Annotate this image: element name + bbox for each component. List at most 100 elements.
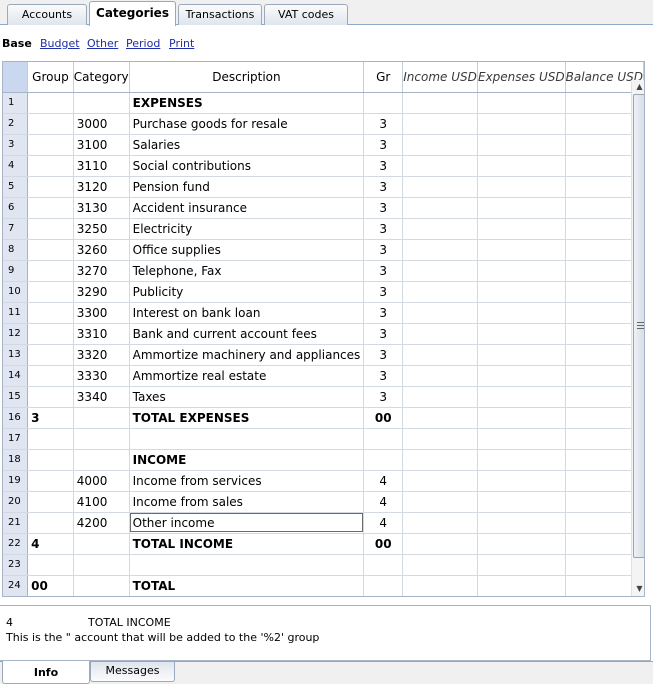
description-cell[interactable]: TOTAL INCOME (129, 533, 365, 555)
group-cell[interactable] (27, 176, 74, 198)
vertical-scrollbar[interactable]: ▲ ▼ (631, 80, 644, 596)
row-number-cell[interactable]: 3 (3, 134, 29, 156)
income-usd-cell[interactable] (402, 323, 478, 345)
expenses-usd-cell[interactable] (477, 323, 566, 345)
expenses-usd-cell[interactable] (477, 449, 566, 471)
scroll-up-arrow-icon[interactable]: ▲ (632, 80, 644, 94)
group-cell[interactable] (27, 113, 74, 135)
gr-cell[interactable]: 3 (363, 260, 404, 282)
category-cell[interactable]: 3130 (73, 197, 130, 219)
expenses-usd-cell[interactable] (477, 533, 566, 555)
row-number-cell[interactable]: 17 (3, 428, 29, 450)
group-cell[interactable] (27, 92, 74, 114)
gr-cell[interactable]: 3 (363, 155, 404, 177)
gr-cell[interactable]: 4 (363, 470, 404, 492)
row-number-cell[interactable]: 23 (3, 554, 29, 576)
gr-cell[interactable]: 3 (363, 134, 404, 156)
expenses-usd-cell[interactable] (477, 281, 566, 303)
gr-cell[interactable] (363, 428, 404, 450)
income-usd-cell[interactable] (402, 239, 478, 261)
category-cell[interactable]: 4000 (73, 470, 130, 492)
tab-accounts[interactable]: Accounts (7, 4, 87, 25)
description-cell[interactable]: Telephone, Fax (129, 260, 365, 282)
row-number-cell[interactable]: 2 (3, 113, 29, 135)
description-cell[interactable]: Interest on bank loan (129, 302, 365, 324)
income-usd-cell[interactable] (402, 365, 478, 387)
description-cell[interactable]: Other income (129, 512, 365, 534)
expenses-usd-cell[interactable] (477, 554, 566, 576)
income-usd-cell[interactable] (402, 134, 478, 156)
description-cell[interactable]: TOTAL EXPENSES (129, 407, 365, 429)
gr-cell[interactable]: 00 (363, 407, 404, 429)
expenses-usd-cell[interactable] (477, 176, 566, 198)
description-cell[interactable]: Publicity (129, 281, 365, 303)
table-row[interactable]: 22 4 TOTAL INCOME 00 (3, 533, 644, 555)
expenses-usd-cell[interactable] (477, 302, 566, 324)
description-cell[interactable]: Accident insurance (129, 197, 365, 219)
income-usd-cell[interactable] (402, 386, 478, 408)
table-row[interactable]: 9 3270 Telephone, Fax 3 (3, 260, 644, 282)
description-cell[interactable]: Office supplies (129, 239, 365, 261)
description-cell[interactable]: INCOME (129, 449, 365, 471)
gr-cell[interactable]: 3 (363, 344, 404, 366)
category-cell[interactable]: 3340 (73, 386, 130, 408)
category-cell[interactable] (73, 428, 130, 450)
expenses-usd-cell[interactable] (477, 575, 566, 596)
row-number-cell[interactable]: 5 (3, 176, 29, 198)
category-cell[interactable]: 3330 (73, 365, 130, 387)
gr-cell[interactable]: 3 (363, 281, 404, 303)
expenses-usd-cell[interactable] (477, 470, 566, 492)
group-cell[interactable] (27, 344, 74, 366)
income-usd-cell[interactable] (402, 218, 478, 240)
income-usd-cell[interactable] (402, 113, 478, 135)
gr-cell[interactable]: 3 (363, 113, 404, 135)
row-number-cell[interactable]: 4 (3, 155, 29, 177)
column-header-group[interactable]: Group (27, 62, 74, 93)
category-cell[interactable]: 3120 (73, 176, 130, 198)
income-usd-cell[interactable] (402, 260, 478, 282)
gr-cell[interactable]: 3 (363, 176, 404, 198)
table-row[interactable]: 16 3 TOTAL EXPENSES 00 (3, 407, 644, 429)
group-cell[interactable] (27, 134, 74, 156)
income-usd-cell[interactable] (402, 428, 478, 450)
category-cell[interactable]: 3000 (73, 113, 130, 135)
table-row[interactable]: 7 3250 Electricity 3 (3, 218, 644, 240)
gr-cell[interactable]: 3 (363, 197, 404, 219)
expenses-usd-cell[interactable] (477, 491, 566, 513)
expenses-usd-cell[interactable] (477, 344, 566, 366)
category-cell[interactable]: 3100 (73, 134, 130, 156)
group-cell[interactable] (27, 512, 74, 534)
row-number-cell[interactable]: 22 (3, 533, 29, 555)
row-number-cell[interactable]: 7 (3, 218, 29, 240)
expenses-usd-cell[interactable] (477, 134, 566, 156)
view-budget-link[interactable]: Budget (40, 37, 80, 50)
row-number-cell[interactable]: 14 (3, 365, 29, 387)
row-number-cell[interactable]: 13 (3, 344, 29, 366)
category-cell[interactable]: 4200 (73, 512, 130, 534)
table-row[interactable]: 4 3110 Social contributions 3 (3, 155, 644, 177)
gr-cell[interactable] (363, 575, 404, 596)
expenses-usd-cell[interactable] (477, 92, 566, 114)
income-usd-cell[interactable] (402, 512, 478, 534)
description-cell[interactable]: EXPENSES (129, 92, 365, 114)
category-cell[interactable] (73, 449, 130, 471)
row-number-cell[interactable]: 20 (3, 491, 29, 513)
income-usd-cell[interactable] (402, 176, 478, 198)
view-print-link[interactable]: Print (169, 37, 194, 50)
category-cell[interactable]: 3320 (73, 344, 130, 366)
group-cell[interactable] (27, 323, 74, 345)
row-number-cell[interactable]: 19 (3, 470, 29, 492)
row-number-cell[interactable]: 16 (3, 407, 29, 429)
category-cell[interactable]: 3300 (73, 302, 130, 324)
row-number-cell[interactable]: 10 (3, 281, 29, 303)
column-header-description[interactable]: Description (129, 62, 365, 93)
gr-cell[interactable]: 3 (363, 302, 404, 324)
row-number-cell[interactable]: 6 (3, 197, 29, 219)
income-usd-cell[interactable] (402, 407, 478, 429)
gr-cell[interactable] (363, 554, 404, 576)
table-row[interactable]: 17 (3, 428, 644, 450)
category-cell[interactable] (73, 575, 130, 596)
gr-cell[interactable]: 00 (363, 533, 404, 555)
group-cell[interactable] (27, 554, 74, 576)
income-usd-cell[interactable] (402, 491, 478, 513)
